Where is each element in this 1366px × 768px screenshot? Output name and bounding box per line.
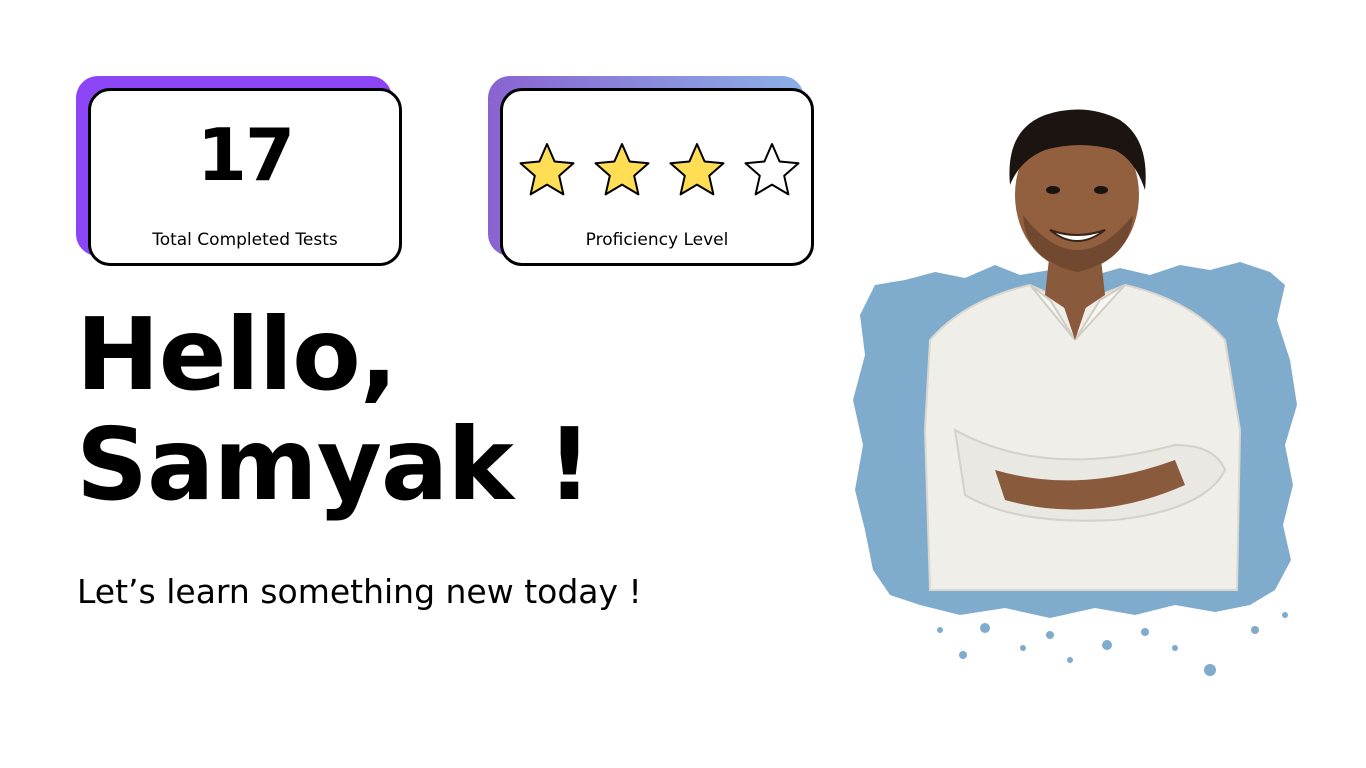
proficiency-card: Proficiency Level [488,76,818,270]
completed-tests-card: 17 Total Completed Tests [76,76,406,270]
greeting-heading: Hello, Samyak ! [76,296,592,523]
star-filled-icon [594,143,650,196]
greeting-line-hello: Hello, [76,296,398,413]
proficiency-stars [517,141,802,201]
star-empty-icon [744,143,800,196]
dashboard-welcome: 17 Total Completed Tests Proficiency Lev… [0,0,1366,768]
person-portrait-icon [853,109,1297,676]
proficiency-label: Proficiency Level [585,230,729,250]
star-filled-icon [519,143,575,196]
greeting-subtext: Let’s learn something new today ! [77,572,642,611]
greeting-line-name: Samyak ! [76,406,592,523]
star-filled-icon [669,143,725,196]
proficiency-card-body: Proficiency Level [500,88,814,266]
completed-tests-count: 17 [196,113,295,197]
completed-tests-card-body: 17 Total Completed Tests [88,88,402,266]
completed-tests-label: Total Completed Tests [152,230,338,250]
